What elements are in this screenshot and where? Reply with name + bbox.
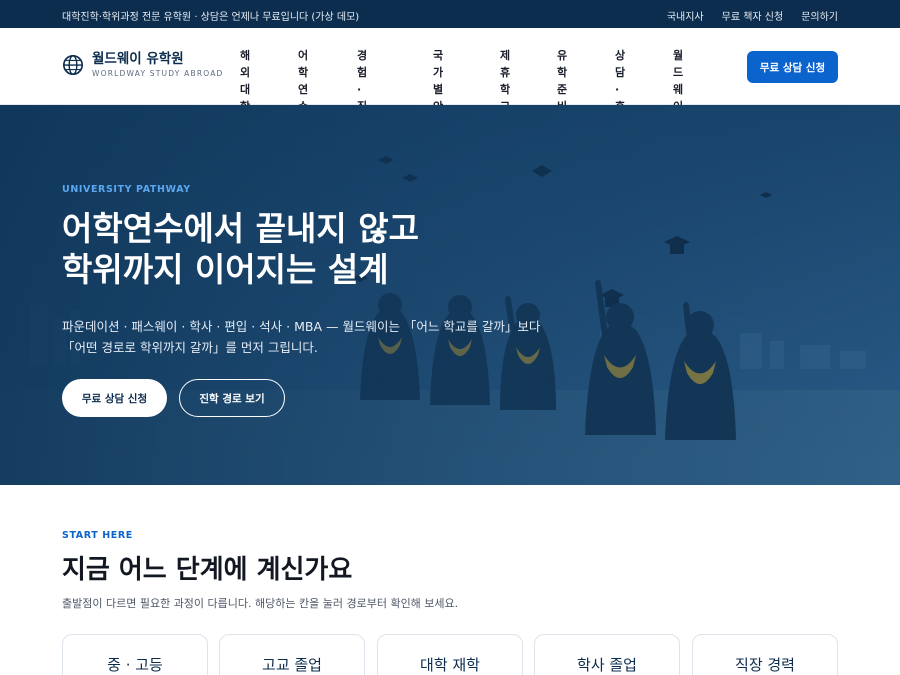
stage-card-label: 학사 졸업 [577, 656, 637, 674]
stage-card-label: 중 · 고등 [107, 656, 163, 674]
hero-description-line2: 「어떤 경로로 학위까지 갈까」를 먼저 그립니다. [62, 340, 318, 355]
section-lead: 출발점이 다르면 필요한 과정이 다릅니다. 해당하는 칸을 눌러 경로부터 확… [62, 597, 459, 610]
hero-graduation-image [0, 105, 900, 485]
brand-logo[interactable]: 월드웨이 유학원 WORLDWAY STUDY ABROAD [62, 52, 224, 78]
start-here-section: START HERE 지금 어느 단계에 계신가요 출발점이 다르면 필요한 과… [0, 485, 900, 675]
hero-description: 파운데이션 · 패스웨이 · 학사 · 편입 · 석사 · MBA — 월드웨이… [62, 316, 540, 358]
section-eyebrow: START HERE [62, 530, 133, 541]
hero-headline-line2: 학위까지 이어지는 설계 [62, 250, 389, 289]
stage-card-middle-high[interactable]: 중 · 고등 [62, 634, 208, 675]
brand-subtitle: WORLDWAY STUDY ABROAD [92, 69, 224, 78]
top-utility-bar: 대학진학·학위과정 전문 유학원 · 상담은 언제나 무료입니다 (가상 데모)… [0, 0, 900, 28]
link-free-brochure[interactable]: 무료 책자 신청 [722, 8, 784, 23]
hero-free-consult-button[interactable]: 무료 상담 신청 [62, 379, 167, 417]
hero-description-line1: 파운데이션 · 패스웨이 · 학사 · 편입 · 석사 · MBA — 월드웨이… [62, 319, 541, 334]
hero-headline: 어학연수에서 끝내지 않고 학위까지 이어지는 설계 [62, 208, 419, 290]
main-navbar: 월드웨이 유학원 WORLDWAY STUDY ABROAD 해외 대학 어학연… [0, 28, 900, 164]
globe-icon [63, 55, 83, 75]
stage-card-label: 대학 재학 [420, 656, 480, 674]
brand-name: 월드웨이 유학원 [92, 51, 184, 67]
section-title: 지금 어느 단계에 계신가요 [62, 555, 353, 585]
hero-headline-line1: 어학연수에서 끝내지 않고 [62, 209, 419, 248]
top-utility-links: 국내지사 무료 책자 신청 문의하기 [667, 8, 838, 23]
stage-card-university-student[interactable]: 대학 재학 [377, 634, 523, 675]
top-notice-text: 대학진학·학위과정 전문 유학원 · 상담은 언제나 무료입니다 (가상 데모) [62, 12, 360, 23]
link-domestic-branch[interactable]: 국내지사 [667, 8, 704, 23]
hero-banner: UNIVERSITY PATHWAY 어학연수에서 끝내지 않고 학위까지 이어… [0, 105, 900, 485]
free-consult-button[interactable]: 무료 상담 신청 [747, 51, 838, 83]
hero-pathway-button[interactable]: 진학 경로 보기 [179, 379, 285, 417]
stage-card-bachelor-grad[interactable]: 학사 졸업 [534, 634, 680, 675]
stage-card-label: 고교 졸업 [262, 656, 322, 674]
brand-text: 월드웨이 유학원 WORLDWAY STUDY ABROAD [92, 51, 224, 79]
stage-card-work-experience[interactable]: 직장 경력 [692, 634, 838, 675]
hero-eyebrow: UNIVERSITY PATHWAY [62, 184, 191, 195]
stage-card-label: 직장 경력 [735, 656, 795, 674]
stage-card-high-school-grad[interactable]: 고교 졸업 [219, 634, 365, 675]
link-contact[interactable]: 문의하기 [801, 8, 838, 23]
